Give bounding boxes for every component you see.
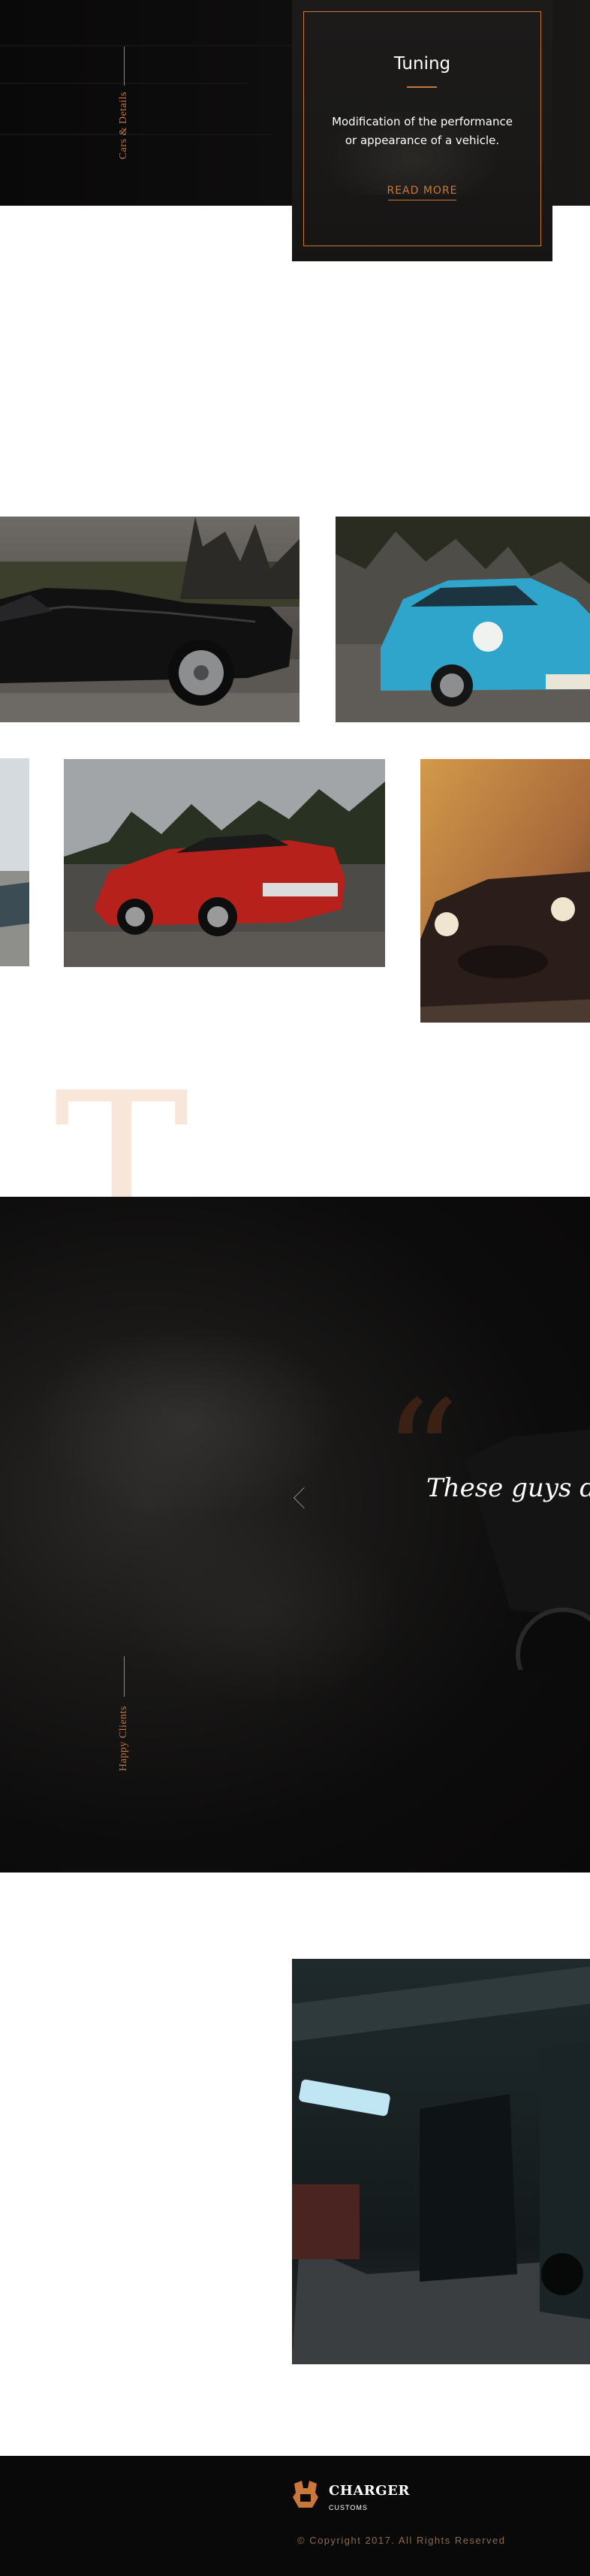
gallery-image-red-muscle-car[interactable] <box>64 759 385 967</box>
section-label-line <box>124 1656 125 1697</box>
read-more-link[interactable]: READ MORE <box>292 185 552 197</box>
footer <box>0 2456 590 2576</box>
blue-porsche-illustration <box>336 517 590 722</box>
copyright-text: © Copyright 2017. All Rights Reserved <box>297 2535 506 2546</box>
black-convertible-illustration <box>0 517 300 722</box>
card-title: Tuning <box>393 54 451 74</box>
garage-illustration <box>292 1959 590 2364</box>
red-muscle-car-illustration <box>64 759 385 967</box>
testimonial-quote: These guys do <box>426 1473 590 1503</box>
smoke-texture <box>120 1512 405 1707</box>
partial-car-illustration <box>0 758 29 966</box>
dark-roadster-illustration <box>420 759 590 1023</box>
section-label-cars-details: Cars & Details <box>118 92 129 160</box>
garage-photo <box>292 1959 590 2364</box>
gallery-image-black-convertible[interactable] <box>0 517 300 722</box>
brand-subtitle: CUSTOMS <box>329 2504 368 2511</box>
smoke-texture <box>30 1324 345 1520</box>
section-label-happy-clients: Happy Clients <box>118 1706 129 1771</box>
quote-mark: “ <box>383 1369 460 1544</box>
card-description: Modification of the performance or appea… <box>332 115 513 147</box>
gallery-image-partial-car[interactable] <box>0 758 29 966</box>
brand-name[interactable]: CHARGER <box>329 2483 410 2499</box>
card-title-underline <box>407 86 437 88</box>
gallery-image-blue-porsche[interactable] <box>336 517 590 722</box>
testimonials-section <box>0 1197 590 1872</box>
section-label-line <box>124 47 125 86</box>
gallery-image-dark-roadster[interactable] <box>420 759 590 1023</box>
service-card-tuning[interactable]: Tuning Modification of the performance o… <box>292 0 552 261</box>
engine-logo-icon[interactable] <box>293 2481 318 2509</box>
